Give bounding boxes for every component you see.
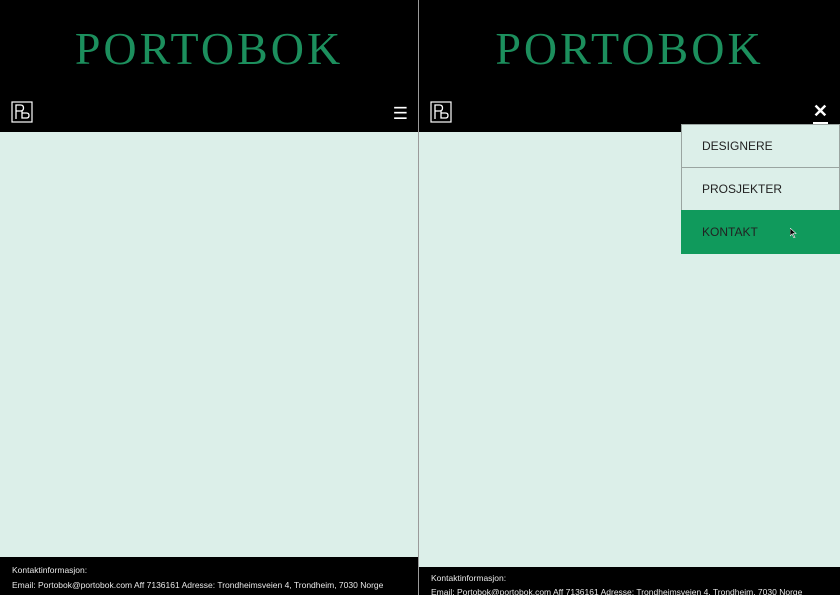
site-title[interactable]: PORTOBOK [0,22,418,75]
footer-heading: Kontaktinformasjon: [431,573,507,583]
menu-item-kontakt[interactable]: KONTAKT [681,210,840,254]
site-footer: Kontaktinformasjon: Email: Portobok@port… [419,567,840,595]
footer-contact-info: Email: Portobok@portobok.com Aff 7136161… [12,580,384,590]
site-header: PORTOBOK ☰ [0,0,418,132]
site-header: PORTOBOK ✕ [419,0,840,132]
hamburger-icon[interactable]: ☰ [393,104,408,124]
mouse-cursor-icon [790,228,797,238]
footer-contact-info: Email: Portobok@portobok.com Aff 7136161… [431,587,803,595]
nav-menu: DESIGNERE PROSJEKTER KONTAKT [681,124,840,254]
menu-item-label: PROSJEKTER [702,182,783,196]
menu-item-designere[interactable]: DESIGNERE [681,124,840,167]
mobile-view-collapsed: PORTOBOK ☰ Kontaktinformasjon: Email: Po… [0,0,418,595]
mobile-view-expanded: PORTOBOK ✕ DESIGNERE PROSJEKTER KONTAKT … [419,0,840,595]
pb-logo-icon[interactable] [11,101,33,123]
footer-heading: Kontaktinformasjon: [12,565,88,575]
site-title[interactable]: PORTOBOK [419,22,840,75]
menu-item-label: DESIGNERE [702,139,773,153]
menu-item-prosjekter[interactable]: PROSJEKTER [681,167,840,210]
site-footer: Kontaktinformasjon: Email: Portobok@port… [0,557,418,595]
close-icon[interactable]: ✕ [812,101,829,124]
menu-item-label: KONTAKT [702,225,758,239]
pb-logo-icon[interactable] [430,101,452,123]
